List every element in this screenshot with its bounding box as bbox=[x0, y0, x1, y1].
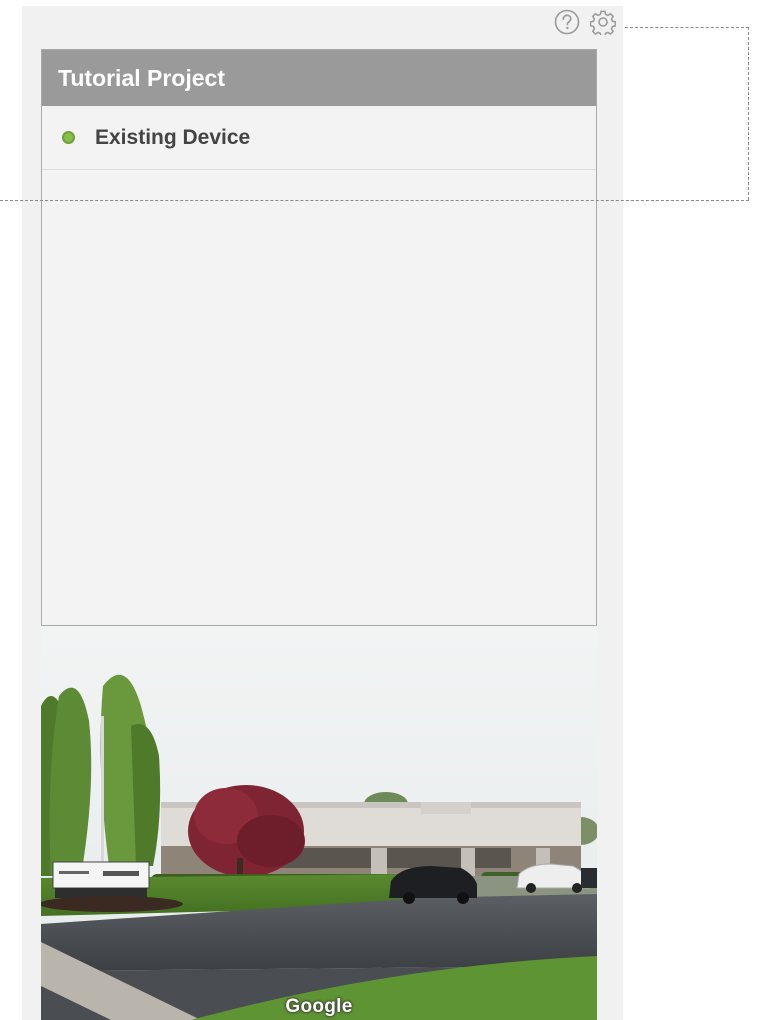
help-icon[interactable] bbox=[553, 8, 581, 36]
sidebar-panel: Tutorial Project Existing Device Google bbox=[22, 6, 623, 1020]
gear-icon[interactable] bbox=[589, 8, 617, 36]
callout-frame bbox=[625, 27, 749, 200]
google-attribution: Google bbox=[285, 996, 353, 1017]
street-view-image[interactable]: Google bbox=[41, 626, 597, 1020]
page: Tutorial Project Existing Device Google bbox=[0, 0, 762, 1020]
status-dot-icon bbox=[62, 131, 75, 144]
project-panel: Tutorial Project Existing Device bbox=[41, 49, 597, 626]
sidebar-toolbar bbox=[553, 8, 617, 36]
device-list-item[interactable]: Existing Device bbox=[42, 106, 596, 170]
project-title: Tutorial Project bbox=[42, 50, 596, 106]
callout-line bbox=[0, 200, 749, 201]
device-label: Existing Device bbox=[95, 125, 251, 149]
